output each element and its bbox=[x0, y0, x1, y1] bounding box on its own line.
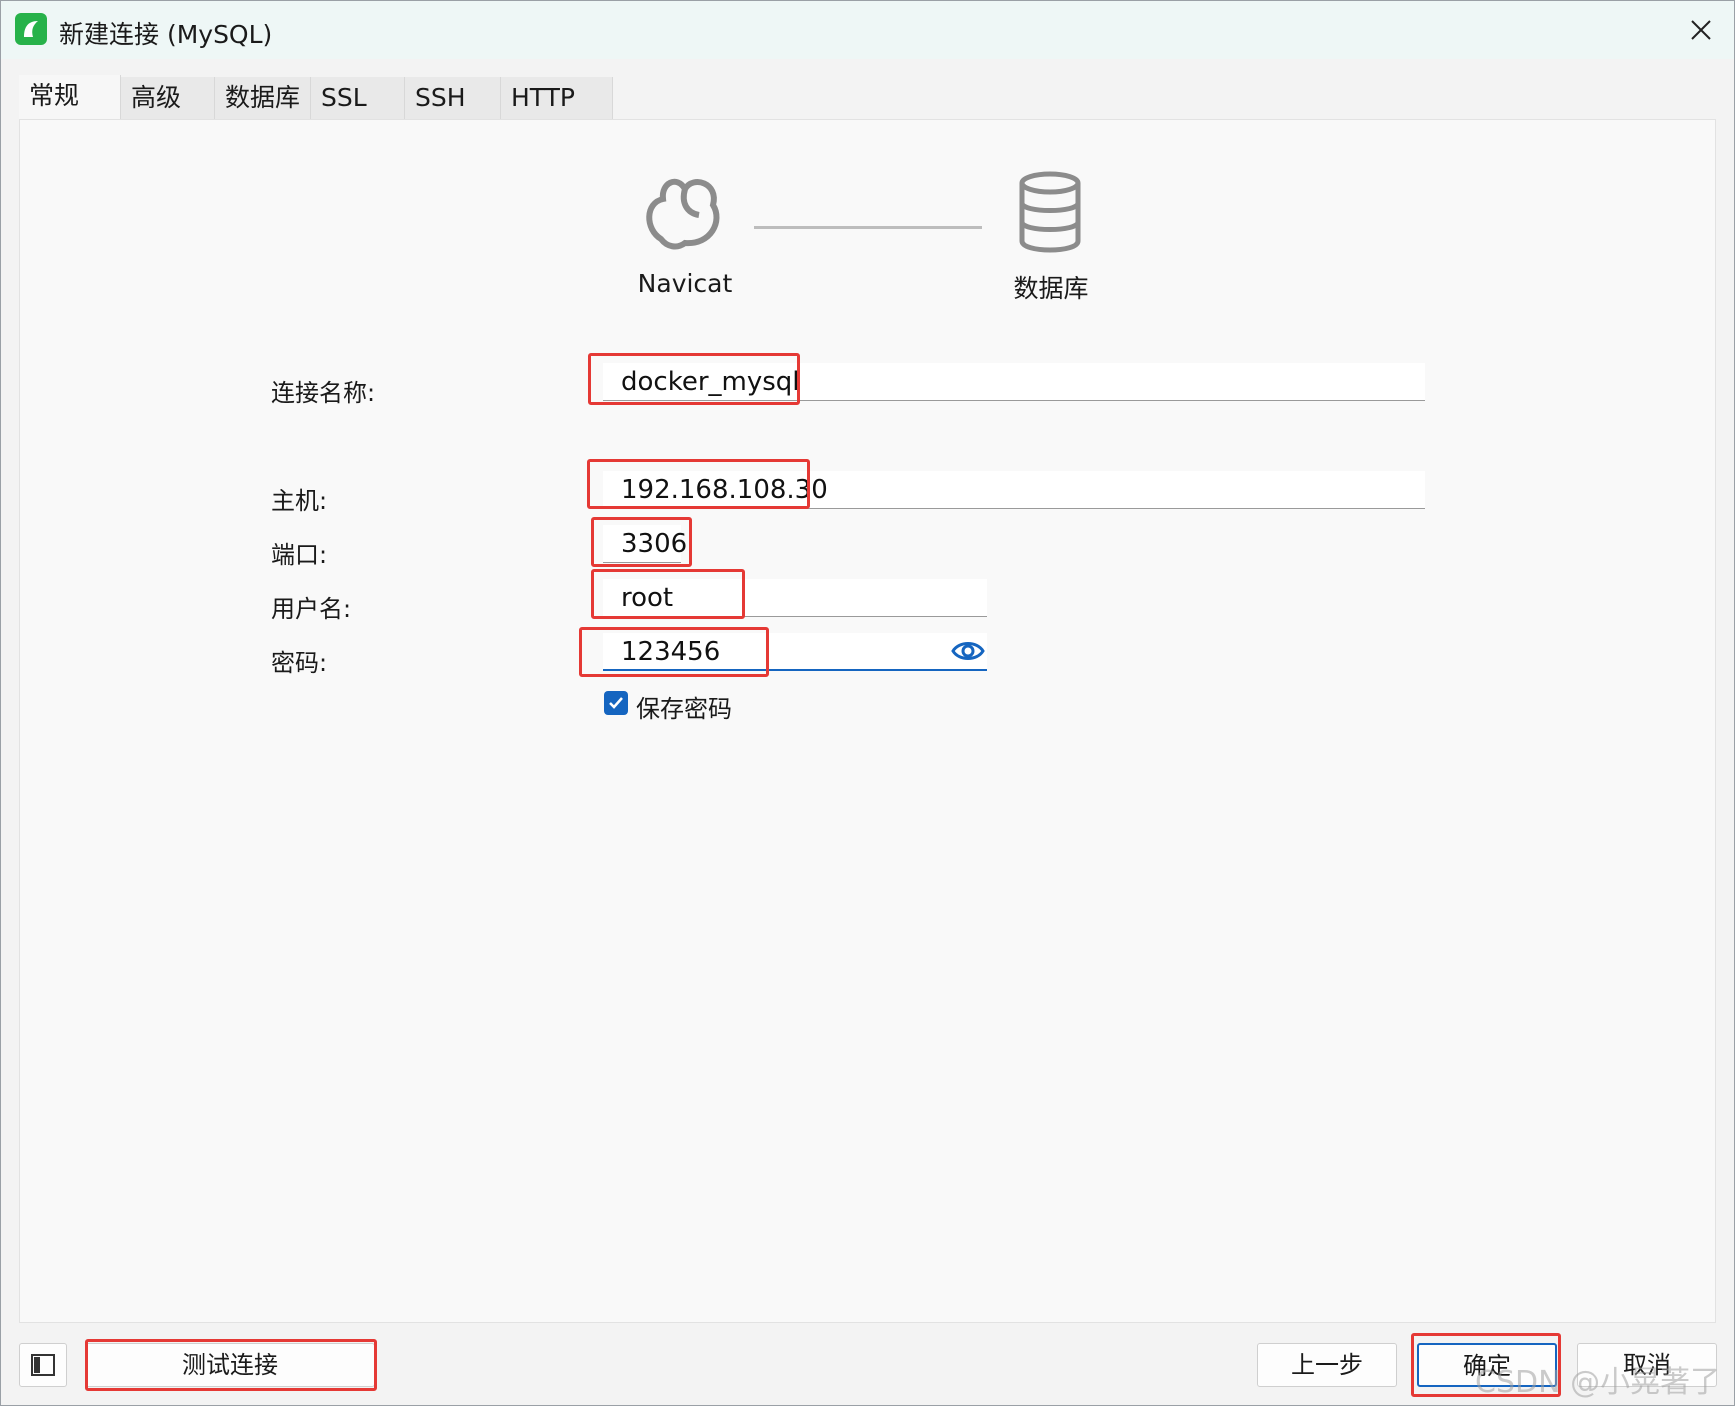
connection-name-label: 连接名称: bbox=[271, 379, 376, 407]
tab-ssh[interactable]: SSH bbox=[405, 77, 501, 119]
highlight-box bbox=[587, 459, 810, 509]
highlight-box bbox=[579, 627, 769, 677]
connection-line bbox=[754, 226, 982, 229]
navicat-label: Navicat bbox=[637, 269, 733, 298]
close-icon bbox=[1691, 20, 1711, 40]
previous-button[interactable]: 上一步 bbox=[1257, 1343, 1397, 1387]
tab-general[interactable]: 常规 bbox=[19, 75, 121, 121]
tab-databases[interactable]: 数据库 bbox=[215, 77, 311, 119]
password-label: 密码: bbox=[271, 649, 328, 677]
window-title: 新建连接 (MySQL) bbox=[59, 20, 273, 49]
tab-ssl[interactable]: SSL bbox=[311, 77, 405, 119]
host-label: 主机: bbox=[271, 487, 328, 515]
toggle-panel-button[interactable] bbox=[19, 1343, 67, 1387]
database-label: 数据库 bbox=[1013, 274, 1089, 303]
close-button[interactable] bbox=[1677, 9, 1725, 51]
dialog-window: 新建连接 (MySQL) 常规 高级 数据库 SSL SSH HTTP Navi… bbox=[0, 0, 1735, 1406]
highlight-box bbox=[591, 517, 692, 567]
watermark: CSDN @小晃著了 bbox=[1475, 1365, 1721, 1400]
tab-advanced[interactable]: 高级 bbox=[121, 77, 215, 119]
general-panel bbox=[19, 119, 1716, 1323]
highlight-box bbox=[591, 569, 745, 619]
save-password-label: 保存密码 bbox=[636, 695, 732, 723]
highlight-box bbox=[85, 1339, 377, 1391]
show-password-eye-icon[interactable] bbox=[951, 637, 985, 665]
database-icon bbox=[1019, 171, 1081, 253]
title-bar: 新建连接 (MySQL) bbox=[1, 1, 1734, 59]
save-password-checkbox[interactable] bbox=[604, 691, 628, 715]
username-label: 用户名: bbox=[271, 595, 352, 623]
navicat-logo-icon bbox=[646, 178, 720, 250]
sidebar-toggle-icon bbox=[31, 1354, 55, 1376]
tab-http[interactable]: HTTP bbox=[501, 77, 613, 119]
port-label: 端口: bbox=[271, 541, 328, 569]
navicat-app-icon bbox=[15, 13, 47, 45]
checkmark-icon bbox=[609, 697, 623, 709]
highlight-box bbox=[588, 353, 800, 405]
